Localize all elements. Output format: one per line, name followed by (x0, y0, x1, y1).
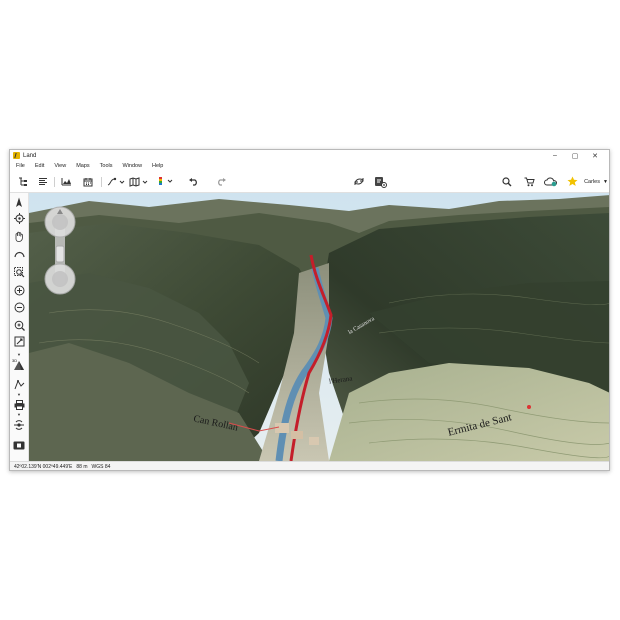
zoom-fit-icon[interactable] (12, 319, 26, 332)
menu-window[interactable]: Window (122, 163, 142, 169)
menu-bar: File Edit View Maps Tools Window Help (10, 161, 609, 170)
cart-icon[interactable] (522, 175, 536, 188)
3d-view-icon[interactable]: 3D (12, 358, 26, 371)
status-datum: WGS 84 (91, 464, 111, 470)
undo-icon[interactable] (186, 175, 200, 188)
cloud-sync-icon[interactable] (543, 175, 559, 188)
print-icon[interactable] (12, 398, 26, 411)
status-bar: 42º02.139'N 002º49.449'E 88 m WGS 84 (10, 461, 609, 470)
compass-rotate-control[interactable] (44, 206, 76, 238)
app-window: Land – ▢ ✕ File Edit View Maps Tools Win… (9, 149, 610, 471)
zoom-out-icon[interactable] (12, 301, 26, 314)
measure-icon[interactable] (12, 378, 26, 391)
zoom-in-icon[interactable] (12, 284, 26, 297)
tilt-slider[interactable] (56, 246, 64, 262)
north-arrow-icon[interactable] (12, 196, 26, 209)
menu-file[interactable]: File (16, 163, 25, 169)
screen-capture-icon[interactable] (12, 439, 26, 452)
user-menu[interactable]: Carles ▼ (584, 175, 608, 188)
chevron-down-icon[interactable]: ▼ (12, 391, 26, 397)
locate-icon[interactable] (12, 212, 26, 225)
curve-tool-icon[interactable] (12, 247, 26, 260)
3d-badge: 3D (12, 358, 18, 363)
route-tool-icon[interactable] (106, 175, 126, 188)
chevron-down-icon[interactable]: ▼ (12, 411, 26, 417)
list-icon[interactable] (36, 175, 50, 188)
map-3d-view[interactable]: Can Rollan Ermita de Sant l'Herana la Ca… (29, 193, 609, 461)
chevron-down-icon[interactable]: ▼ (12, 351, 26, 357)
sync-icon[interactable] (352, 175, 366, 188)
toolbar: Carles ▼ (10, 171, 609, 193)
minimize-button[interactable]: – (545, 150, 565, 161)
color-palette-icon[interactable] (156, 175, 176, 188)
search-icon[interactable] (500, 175, 514, 188)
redo-icon[interactable] (214, 175, 228, 188)
tool-sidebar: ▼ 3D ▼ ▼ (10, 193, 29, 461)
title-bar: Land – ▢ ✕ (10, 150, 609, 161)
dashboard-settings-icon[interactable] (372, 175, 388, 188)
map-book-icon[interactable] (128, 175, 150, 188)
status-elevation: 88 m (76, 464, 88, 470)
close-button[interactable]: ✕ (585, 150, 605, 161)
menu-view[interactable]: View (54, 163, 66, 169)
menu-maps[interactable]: Maps (76, 163, 89, 169)
menu-tools[interactable]: Tools (100, 163, 113, 169)
menu-help[interactable]: Help (152, 163, 163, 169)
status-coordinates: 42º02.139'N 002º49.449'E (14, 464, 73, 470)
user-name: Carles (584, 178, 600, 185)
terrain-render (29, 193, 609, 461)
menu-edit[interactable]: Edit (35, 163, 44, 169)
chevron-down-icon: ▼ (602, 178, 608, 185)
window-title: Land (23, 152, 37, 159)
favorites-star-icon[interactable] (565, 175, 579, 188)
maximize-button[interactable]: ▢ (565, 150, 585, 161)
app-logo-icon (13, 152, 20, 159)
elevation-profile-icon[interactable] (59, 175, 73, 188)
calendar-icon[interactable] (81, 175, 95, 188)
zoom-box-icon[interactable] (12, 266, 26, 279)
extent-icon[interactable] (12, 335, 26, 348)
pan-joystick-control[interactable] (44, 264, 76, 296)
layers-tree-icon[interactable] (16, 175, 30, 188)
gps-icon[interactable] (12, 418, 26, 431)
pan-hand-icon[interactable] (12, 230, 26, 243)
